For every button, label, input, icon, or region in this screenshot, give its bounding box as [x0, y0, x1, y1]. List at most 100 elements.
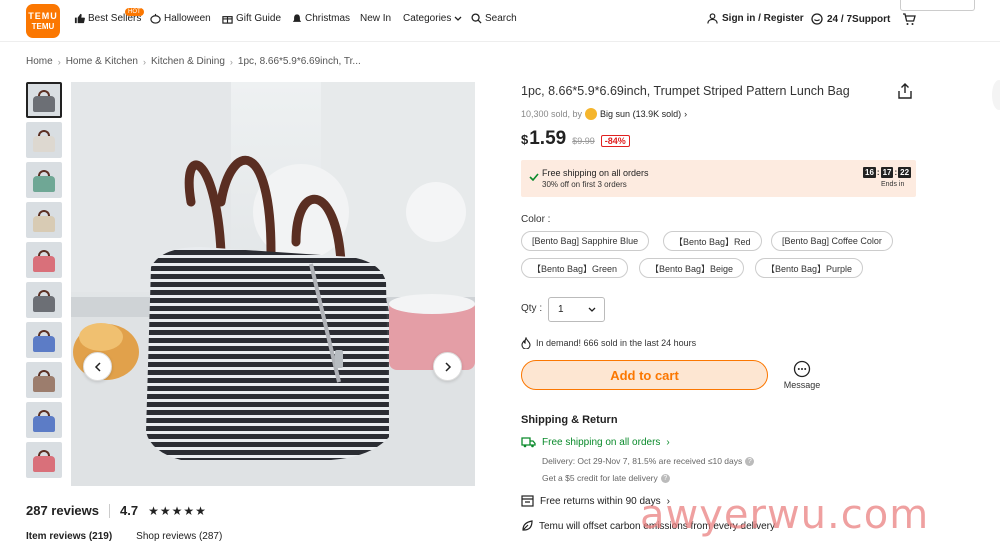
message-label: Message — [783, 380, 821, 390]
thumbnail-image[interactable] — [26, 202, 62, 238]
quantity-select[interactable]: 1 — [548, 297, 605, 322]
sold-count: 10,300 sold, by — [521, 109, 583, 119]
user-icon — [707, 13, 718, 24]
bag-shape — [33, 176, 55, 192]
timer-seconds: 22 — [898, 167, 912, 178]
thumbnail-image[interactable] — [26, 162, 62, 198]
tab-item-reviews[interactable]: Item reviews (219) — [26, 531, 112, 542]
nav-categories[interactable]: Categories — [403, 13, 462, 24]
nav-gift-guide[interactable]: Gift Guide — [222, 13, 281, 24]
nav-search[interactable]: Search — [471, 13, 517, 24]
hot-badge: HOT — [125, 8, 144, 16]
nav-search-label: Search — [485, 13, 517, 24]
help-icon[interactable]: ? — [660, 473, 670, 483]
breadcrumb-home-kitchen[interactable]: Home & Kitchen — [66, 56, 138, 67]
add-to-cart-button[interactable]: Add to cart — [521, 360, 768, 390]
delivery-estimate: Delivery: Oct 29-Nov 7, 81.5% are receiv… — [542, 456, 755, 466]
thumbnail-image[interactable] — [26, 442, 62, 478]
search-icon — [471, 13, 482, 24]
late-credit-text: Get a $5 credit for late delivery — [542, 473, 658, 483]
timer-colon: : — [876, 168, 880, 177]
tab-shop-reviews[interactable]: Shop reviews (287) — [136, 531, 222, 542]
thumbnail-image[interactable] — [26, 82, 62, 118]
thumbnail-image[interactable] — [26, 122, 62, 158]
color-option-green[interactable]: 【Bento Bag】Green — [521, 258, 629, 278]
breadcrumb-separator: › — [229, 56, 233, 67]
breadcrumb-kitchen-dining[interactable]: Kitchen & Dining — [151, 56, 225, 67]
color-option-coffee[interactable]: [Bento Bag] Coffee Color — [771, 231, 893, 251]
nav-halloween[interactable]: Halloween — [150, 13, 211, 24]
cart-icon[interactable] — [902, 13, 916, 26]
store-name-link[interactable]: Big sun (13.9K sold) — [600, 109, 681, 119]
chevron-down-icon — [588, 307, 596, 312]
gift-icon — [222, 16, 233, 24]
chevron-right-icon — [444, 361, 451, 372]
color-option-purple[interactable]: 【Bento Bag】Purple — [755, 258, 864, 278]
chevron-left-icon — [94, 361, 101, 372]
share-icon[interactable] — [898, 83, 912, 99]
support-label: 24 / 7Support — [827, 13, 891, 25]
leaf-icon — [522, 520, 533, 531]
free-shipping-row[interactable]: Free shipping on all orders › — [521, 437, 670, 448]
support-link[interactable]: 24 / 7Support — [811, 13, 890, 25]
temu-logo[interactable]: TEMU TEMU — [26, 4, 60, 38]
quantity-value: 1 — [558, 304, 564, 315]
demand-notice: In demand! 666 sold in the last 24 hours — [521, 337, 696, 349]
review-tabs: Item reviews (219) Shop reviews (287) — [26, 531, 222, 542]
thumbnail-image[interactable] — [26, 242, 62, 278]
reviews-rating: 4.7 — [120, 503, 139, 518]
chevron-right-icon: › — [684, 109, 688, 119]
thumbnail-list — [26, 82, 62, 482]
thumbnail-image[interactable] — [26, 402, 62, 438]
bag-shape — [33, 376, 55, 392]
breadcrumb-home[interactable]: Home — [26, 56, 53, 67]
message-button[interactable]: Message — [781, 360, 823, 390]
divider — [109, 503, 111, 518]
price-value: 1.59 — [529, 128, 567, 149]
lunch-bag-photo — [71, 82, 475, 486]
shipping-title: Shipping & Return — [521, 414, 618, 426]
timer-ends-label: Ends in — [881, 181, 905, 188]
promo-line-discount: 30% off on first 3 orders — [542, 180, 627, 189]
color-label: Color : — [521, 214, 551, 225]
late-credit: Get a $5 credit for late delivery ? — [542, 473, 670, 483]
nav-halloween-label: Halloween — [164, 13, 211, 24]
free-shipping-text: Free shipping on all orders — [542, 437, 661, 448]
message-icon — [793, 360, 811, 378]
prev-image-button[interactable] — [83, 352, 112, 381]
color-option-beige[interactable]: 【Bento Bag】Beige — [639, 258, 745, 278]
thumbnail-image[interactable] — [26, 282, 62, 318]
bag-shape — [33, 136, 55, 152]
sign-in-link[interactable]: Sign in / Register — [707, 13, 804, 24]
quantity-label: Qty : — [521, 303, 543, 314]
delivery-text: Delivery: Oct 29-Nov 7, 81.5% are receiv… — [542, 456, 743, 466]
bag-shape — [33, 256, 55, 272]
nav-christmas-label: Christmas — [305, 13, 351, 24]
reviews-count[interactable]: 287 reviews — [26, 503, 99, 518]
flame-icon — [521, 337, 531, 349]
top-nav: TEMU TEMU Best Sellers HOT Halloween Gif… — [0, 0, 1000, 42]
help-icon[interactable]: ? — [745, 456, 755, 466]
timer-colon: : — [894, 168, 898, 177]
timer-minutes: 17 — [880, 167, 894, 178]
next-image-button[interactable] — [433, 352, 462, 381]
color-option-red[interactable]: 【Bento Bag】Red — [663, 231, 762, 251]
store-avatar-icon — [585, 108, 598, 120]
truck-icon — [521, 437, 536, 448]
product-main-image[interactable] — [71, 82, 475, 486]
price-block: $ 1.59 $9.99 -84% — [521, 128, 630, 150]
star-rating-icon: ★★★★★ — [148, 503, 207, 518]
bag-shape — [33, 416, 55, 432]
nav-new-in[interactable]: New In — [360, 13, 391, 24]
logo-text-bottom: TEMU — [31, 21, 55, 31]
breadcrumb-separator: › — [142, 56, 146, 67]
sign-in-label: Sign in / Register — [722, 13, 804, 24]
checkmark-icon — [529, 173, 539, 181]
color-option-sapphire-blue[interactable]: [Bento Bag] Sapphire Blue — [521, 231, 650, 251]
thumbnail-image[interactable] — [26, 362, 62, 398]
bag-shape — [33, 336, 55, 352]
nav-christmas[interactable]: Christmas — [292, 13, 350, 24]
nav-gift-guide-label: Gift Guide — [236, 13, 282, 24]
thumbs-up-icon — [74, 13, 85, 24]
thumbnail-image[interactable] — [26, 322, 62, 358]
